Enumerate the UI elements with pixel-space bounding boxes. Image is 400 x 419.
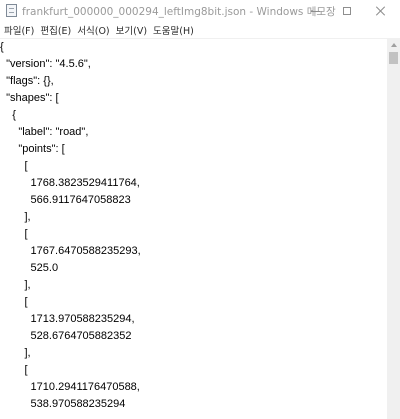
notepad-icon: [6, 4, 17, 17]
maximize-icon: [343, 7, 351, 15]
text-line: "points": [: [0, 143, 65, 155]
vertical-scrollbar[interactable]: [387, 39, 400, 419]
menu-bar: 파일(F) 편집(E) 서식(O) 보기(V) 도움말(H): [0, 22, 400, 38]
title-bar[interactable]: frankfurt_000000_000294_leftImg8bit.json…: [0, 0, 400, 22]
menu-file[interactable]: 파일(F): [0, 23, 37, 37]
menu-edit[interactable]: 편집(E): [37, 23, 74, 37]
scroll-up-button[interactable]: [387, 39, 400, 51]
minimize-button[interactable]: [302, 0, 328, 22]
text-line: "label": "road",: [0, 126, 89, 138]
text-line: 538.970588235294: [0, 398, 126, 410]
text-line: {: [0, 41, 4, 53]
text-line: ],: [0, 211, 31, 223]
text-line: 1767.6470588235293,: [0, 245, 141, 257]
text-line: [: [0, 296, 28, 308]
window-title: frankfurt_000000_000294_leftImg8bit.json…: [22, 6, 336, 18]
maximize-button[interactable]: [334, 0, 360, 22]
minimize-icon: [310, 10, 320, 12]
text-line: [: [0, 228, 28, 240]
text-line: "flags": {},: [0, 75, 54, 87]
close-icon: [376, 6, 386, 16]
text-line: [: [0, 364, 28, 376]
arrow-up-icon: [390, 43, 397, 47]
notepad-window: frankfurt_000000_000294_leftImg8bit.json…: [0, 0, 400, 419]
text-line: {: [0, 109, 16, 121]
menu-format[interactable]: 서식(O): [74, 23, 112, 37]
menu-help[interactable]: 도움말(H): [150, 23, 197, 37]
text-line: 1713.970588235294,: [0, 313, 135, 325]
text-line: ],: [0, 347, 31, 359]
text-line: 1710.2941176470588,: [0, 381, 140, 393]
scrollbar-thumb[interactable]: [389, 52, 398, 64]
text-line: 566.9117647058823: [0, 194, 131, 206]
text-line: "shapes": [: [0, 92, 59, 104]
text-line: ],: [0, 279, 31, 291]
text-editor[interactable]: { "version": "4.5.6", "flags": {}, "shap…: [0, 39, 387, 419]
text-line: 525.0: [0, 262, 59, 274]
text-line: 1768.3823529411764,: [0, 177, 140, 189]
text-line: "version": "4.5.6",: [0, 58, 91, 70]
text-line: 528.6764705882352: [0, 330, 132, 342]
close-button[interactable]: [368, 0, 394, 22]
text-line: [: [0, 160, 28, 172]
menu-view[interactable]: 보기(V): [113, 23, 150, 37]
